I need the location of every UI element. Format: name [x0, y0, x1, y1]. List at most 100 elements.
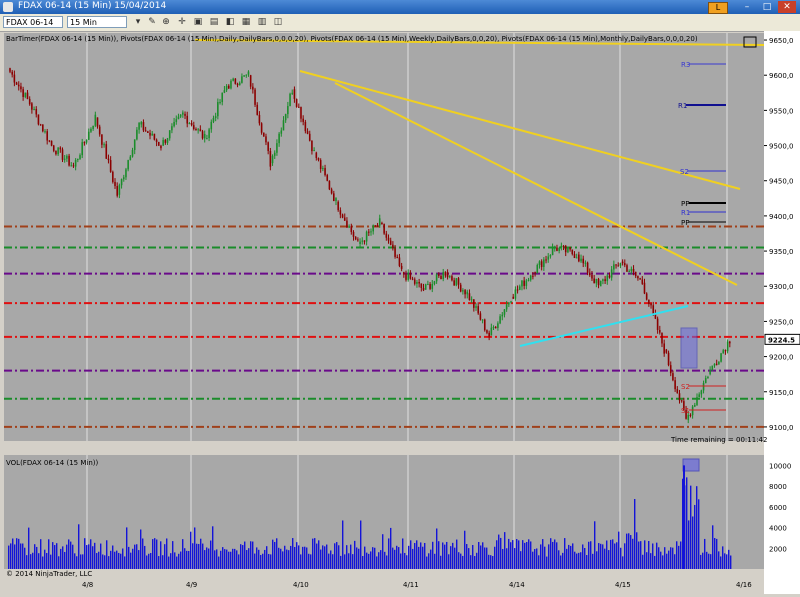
dropdown-icon[interactable]: ▾ [132, 16, 144, 28]
candle-body [326, 175, 329, 181]
volume-bar [16, 538, 18, 569]
strategies-icon[interactable]: ◧ [224, 16, 236, 28]
candle-body [241, 76, 243, 83]
maximize-button[interactable]: □ [758, 1, 776, 13]
candle-body [162, 139, 164, 146]
volume-bar [206, 547, 208, 569]
pivot-label: R3 [681, 61, 690, 69]
candle-body [79, 155, 81, 159]
candle-body [564, 245, 567, 253]
volume-bar [138, 550, 140, 569]
volume-bar [268, 553, 270, 569]
instrument-select[interactable]: FDAX 06-14 [3, 16, 63, 28]
zoom-in-icon[interactable]: ⊕ [160, 16, 172, 28]
volume-bar [152, 539, 154, 569]
volume-bar [436, 528, 438, 569]
volume-bar [324, 546, 326, 569]
candle-body [125, 169, 127, 178]
candle-body [396, 256, 399, 258]
volume-bar [264, 549, 266, 569]
volume-bar [100, 543, 102, 569]
candle-body [186, 115, 189, 124]
volume-bar [48, 539, 50, 569]
volume-bar [660, 551, 662, 569]
price-chart-svg[interactable]: R3R1S2PPR1PPS2S19650,09600,09550,09500,0… [0, 31, 800, 594]
close-button[interactable]: ✕ [778, 1, 796, 13]
volume-bar [54, 545, 56, 569]
volume-bar [422, 546, 424, 569]
candle-body [330, 189, 333, 194]
volume-bar [666, 553, 668, 569]
candle-body [582, 258, 585, 264]
indicators-icon[interactable]: ▤ [208, 16, 220, 28]
date-label: 4/11 [403, 581, 419, 589]
volume-bar [282, 551, 284, 569]
volume-bar [242, 545, 244, 569]
candle-body [282, 120, 285, 131]
volume-bar [658, 547, 660, 569]
volume-bar [46, 552, 48, 569]
volume-bar [280, 548, 282, 569]
candle-body [661, 332, 663, 344]
candle-body [409, 272, 412, 279]
volume-bar [404, 552, 406, 569]
volume-bar [596, 551, 598, 569]
candle-body [619, 263, 622, 266]
candle-body [416, 282, 418, 284]
pencil-icon[interactable]: ✎ [146, 16, 158, 28]
save-icon[interactable]: ▥ [256, 16, 268, 28]
volume-bar [102, 554, 104, 569]
volume-bar [470, 555, 472, 569]
candle-body [262, 132, 265, 137]
volume-bar [228, 551, 230, 569]
candle-body [427, 284, 429, 286]
volume-bar [598, 543, 600, 569]
link-badge[interactable]: L [708, 2, 728, 14]
candle-body [232, 78, 234, 81]
volume-bar [636, 532, 638, 569]
candle-body [505, 304, 508, 310]
volume-bar [370, 551, 372, 569]
candle-body [556, 247, 558, 251]
candle-body [403, 272, 405, 275]
candle-body [33, 109, 35, 111]
date-label: 4/9 [186, 581, 197, 589]
volume-bar [262, 553, 264, 569]
candle-body [70, 165, 73, 167]
print-icon[interactable]: ▦ [240, 16, 252, 28]
volume-bar [608, 550, 610, 569]
properties-icon[interactable]: ▣ [192, 16, 204, 28]
candle-body [157, 141, 160, 146]
volume-bar [140, 529, 142, 569]
volume-bar [312, 538, 314, 569]
candle-body [545, 259, 547, 261]
candle-body [153, 133, 156, 140]
interval-select[interactable]: 15 Min [67, 16, 127, 28]
candle-body [523, 280, 525, 286]
candle-body [551, 247, 554, 256]
volume-bar [646, 552, 648, 569]
candle-body [304, 121, 307, 132]
volume-bar [400, 553, 402, 569]
candle-body [481, 319, 484, 321]
volume-bar [410, 540, 412, 569]
minimize-button[interactable]: – [738, 1, 756, 13]
volume-bar [328, 553, 330, 569]
data-box-icon[interactable]: ◫ [272, 16, 284, 28]
volume-bar [408, 545, 410, 569]
candle-body [588, 272, 591, 276]
candle-body [276, 143, 278, 153]
volume-bar [148, 553, 150, 569]
candle-body [223, 90, 226, 93]
volume-bar [196, 543, 198, 569]
volume-bar [614, 543, 616, 569]
chart-area[interactable]: R3 R1 S2 PP R1 PP S2 S1 9650,0 9600,0 9550,0 9500,0… [0, 31, 800, 594]
session-separator [513, 33, 515, 441]
candle-body [298, 106, 300, 108]
volume-bar [560, 555, 562, 569]
volume-bar [516, 539, 518, 569]
crosshair-icon[interactable]: ✛ [176, 16, 188, 28]
volume-bar [236, 550, 238, 569]
candle-body [411, 278, 414, 280]
volume-bar [674, 554, 676, 569]
